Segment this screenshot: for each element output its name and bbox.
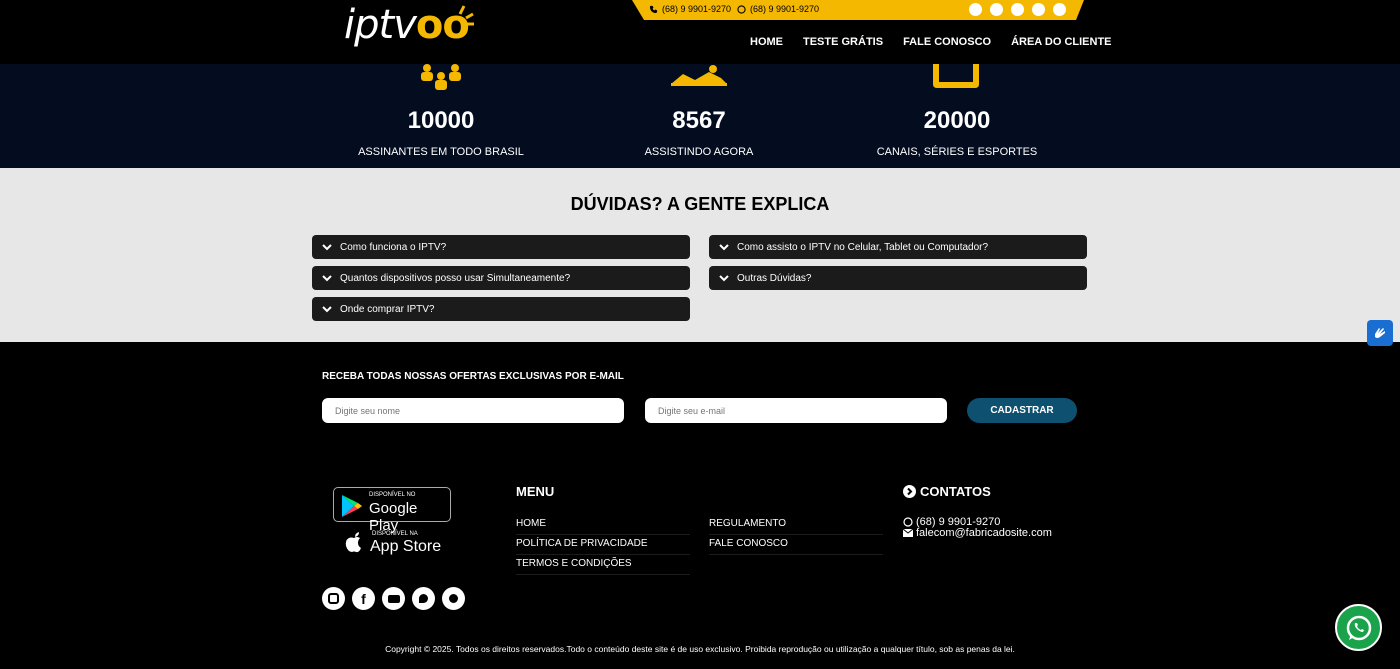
stat-value: 20000 (923, 107, 991, 134)
facebook-icon[interactable]: f (352, 587, 375, 610)
chevron-right-circle-icon (903, 485, 916, 498)
faq-item[interactable]: Como assisto o IPTV no Celular, Tablet o… (709, 235, 1087, 259)
whatsapp-icon[interactable] (1053, 3, 1066, 16)
faq-question: Onde comprar IPTV? (340, 303, 435, 315)
footer-contact-email[interactable]: falecom@fabricadosite.com (903, 527, 1052, 539)
stat-watching: 8567 ASSISTINDO AGORA (569, 64, 829, 158)
copyright-text: Copyright © 2025. Todos os direitos rese… (385, 644, 1015, 654)
logo-rays-icon (458, 5, 474, 26)
site-logo[interactable]: iptvoo (344, 2, 474, 48)
name-input[interactable] (322, 398, 624, 423)
faq-question: Outras Dúvidas? (737, 272, 812, 284)
stat-channels: 20000 CANAIS, SÉRIES E ESPORTES (827, 64, 1087, 158)
youtube-icon[interactable] (382, 587, 405, 610)
topbar-phone-1[interactable]: (68) 9 9901-9270 (649, 4, 731, 14)
subscribe-button[interactable]: CADASTRAR (967, 398, 1077, 423)
chevron-down-icon (322, 274, 332, 281)
faq-item[interactable]: Como funciona o IPTV? (312, 235, 690, 259)
phone-icon (649, 5, 658, 13)
instagram-icon[interactable] (969, 3, 982, 16)
logo-text: iptvoo (344, 2, 470, 48)
faq-item[interactable]: Outras Dúvidas? (709, 266, 1087, 290)
footer-menu-title: MENU (516, 484, 555, 499)
whatsapp-icon (903, 517, 913, 527)
stat-subscribers: 10000 ASSINANTES EM TODO BRASIL (311, 64, 571, 158)
whatsapp-float-button[interactable] (1335, 604, 1382, 651)
chevron-down-icon (719, 243, 729, 250)
nav-fale-conosco[interactable]: FALE CONOSCO (903, 36, 991, 48)
stat-label: ASSINANTES EM TODO BRASIL (358, 146, 524, 158)
topbar-social (969, 3, 1066, 16)
nav-home[interactable]: HOME (750, 36, 783, 48)
twitter-icon[interactable] (1032, 3, 1045, 16)
faq-item[interactable]: Onde comprar IPTV? (312, 297, 690, 321)
faq-item[interactable]: Quantos dispositivos posso usar Simultan… (312, 266, 690, 290)
faq-question: Como assisto o IPTV no Celular, Tablet o… (737, 241, 989, 253)
google-play-icon (342, 495, 362, 517)
facebook-icon[interactable] (990, 3, 1003, 16)
main-nav: HOME TESTE GRÁTIS FALE CONOSCO ÁREA DO C… (750, 36, 1132, 48)
footer-social: f (322, 587, 465, 610)
newsletter-title: RECEBA TODAS NOSSAS OFERTAS EXCLUSIVAS P… (322, 371, 624, 382)
twitter-icon[interactable] (412, 587, 435, 610)
chevron-down-icon (322, 305, 332, 312)
stat-value: 10000 (407, 107, 475, 134)
whatsapp-icon[interactable] (442, 587, 465, 610)
whatsapp-icon (1346, 615, 1371, 640)
nav-teste-gratis[interactable]: TESTE GRÁTIS (803, 36, 883, 48)
footer-link-terms[interactable]: TERMOS E CONDIÇÕES (516, 558, 690, 575)
stats-section: 10000 ASSINANTES EM TODO BRASIL 8567 ASS… (0, 64, 1400, 168)
envelope-icon (903, 529, 913, 537)
chevron-down-icon (719, 274, 729, 281)
faq-section: DÚVIDAS? A GENTE EXPLICA Como funciona o… (0, 168, 1400, 342)
faq-title: DÚVIDAS? A GENTE EXPLICA (570, 194, 830, 214)
nav-area-do-cliente[interactable]: ÁREA DO CLIENTE (1011, 36, 1111, 48)
sign-language-icon (1375, 328, 1385, 338)
youtube-icon[interactable] (1011, 3, 1024, 16)
sofa-person-icon (671, 65, 727, 86)
users-icon (421, 64, 461, 90)
faq-question: Quantos dispositivos posso usar Simultan… (340, 272, 571, 284)
apple-icon (345, 532, 361, 553)
whatsapp-icon (737, 4, 746, 14)
faq-question: Como funciona o IPTV? (340, 241, 447, 253)
stat-label: CANAIS, SÉRIES E ESPORTES (876, 146, 1038, 158)
topbar-phone-2[interactable]: (68) 9 9901-9270 (737, 4, 819, 14)
accessibility-button[interactable] (1367, 320, 1393, 346)
tv-icon (933, 64, 979, 88)
stat-value: 8567 (672, 107, 726, 134)
email-input[interactable] (645, 398, 947, 423)
site-header: iptvoo (68) 9 9901-9270 (68) 9 9901-9270… (0, 0, 1400, 64)
footer-contacts-title: CONTATOS (903, 484, 991, 499)
contact-topbar: (68) 9 9901-9270 (68) 9 9901-9270 (632, 0, 1084, 20)
footer-link-regulamento[interactable]: REGULAMENTO (709, 518, 883, 535)
stat-label: ASSISTINDO AGORA (644, 146, 754, 158)
instagram-icon[interactable] (322, 587, 345, 610)
app-store-badge[interactable]: DISPONÍVEL NA App Store (345, 530, 445, 558)
google-play-badge[interactable]: DISPONÍVEL NO Google Play (333, 487, 451, 534)
footer-link-home[interactable]: HOME (516, 518, 690, 535)
footer-link-privacy[interactable]: POLÍTICA DE PRIVACIDADE (516, 538, 690, 555)
chevron-down-icon (322, 243, 332, 250)
footer-link-fale-conosco[interactable]: FALE CONOSCO (709, 538, 883, 555)
